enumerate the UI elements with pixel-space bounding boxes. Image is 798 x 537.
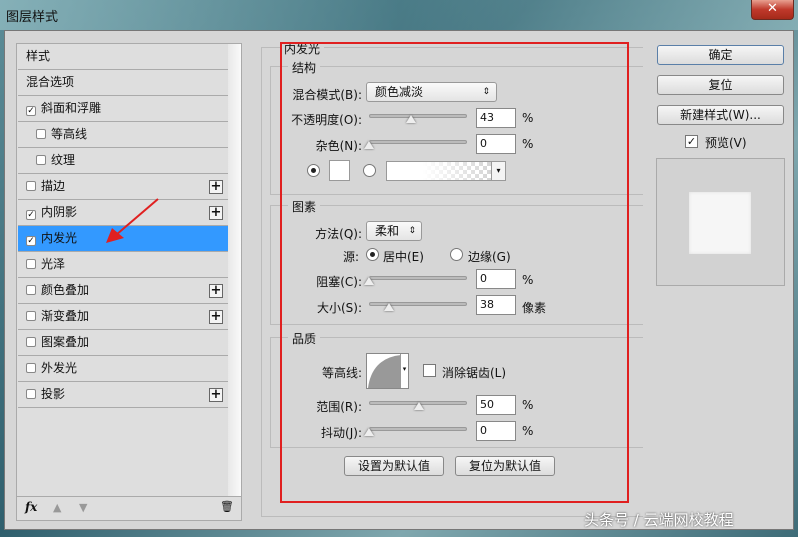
sidebar-item[interactable]: 外发光 <box>18 356 228 382</box>
checkbox[interactable] <box>26 389 36 399</box>
add-icon[interactable]: + <box>209 310 223 324</box>
sidebar-item[interactable]: 投影 + <box>18 382 228 408</box>
sidebar-item[interactable]: 纹理 <box>18 148 228 174</box>
sidebar-item-label: 光泽 <box>41 257 66 271</box>
move-down-icon[interactable]: ▼ <box>79 501 87 514</box>
annotation-rectangle <box>280 42 629 503</box>
checkbox[interactable]: ✓ <box>26 210 36 220</box>
preview-thumbnail <box>689 192 751 254</box>
sidebar-item[interactable]: 图案叠加 <box>18 330 228 356</box>
checkbox[interactable] <box>26 363 36 373</box>
preview-checkbox[interactable]: ✓ <box>685 135 698 148</box>
ok-button[interactable]: 确定 <box>657 45 784 65</box>
sidebar-item[interactable]: 光泽 <box>18 252 228 278</box>
sidebar-item[interactable]: 等高线 <box>18 122 228 148</box>
sidebar-item-label: 内发光 <box>41 231 78 245</box>
list-footer: fx ▲ ▼ 🗑 <box>17 496 241 520</box>
sidebar-item[interactable]: 样式 <box>18 44 228 70</box>
checkbox[interactable] <box>26 181 36 191</box>
sidebar-item-label: 内阴影 <box>41 205 78 219</box>
add-icon[interactable]: + <box>209 206 223 220</box>
fx-icon[interactable]: fx <box>25 500 37 514</box>
window-title: 图层样式 <box>6 10 59 25</box>
sidebar-item-label: 斜面和浮雕 <box>41 101 102 115</box>
scrollbar[interactable] <box>228 44 241 496</box>
preview-area <box>656 158 785 286</box>
annotation-arrow <box>106 198 159 243</box>
add-icon[interactable]: + <box>209 388 223 402</box>
checkbox[interactable] <box>26 311 36 321</box>
add-icon[interactable]: + <box>209 180 223 194</box>
checkbox[interactable] <box>26 285 36 295</box>
checkbox[interactable] <box>26 259 36 269</box>
checkbox[interactable]: ✓ <box>26 236 36 246</box>
new-style-button[interactable]: 新建样式(W)... <box>657 105 784 125</box>
sidebar-item-label: 投影 <box>41 387 66 401</box>
watermark: 头条号 / 云端网校教程 <box>584 511 734 529</box>
checkbox[interactable] <box>36 129 46 139</box>
move-up-icon[interactable]: ▲ <box>53 501 61 514</box>
sidebar-item-label: 颜色叠加 <box>41 283 90 297</box>
close-button[interactable]: ✕ <box>751 0 794 20</box>
sidebar-item[interactable]: 颜色叠加 + <box>18 278 228 304</box>
sidebar-item-label: 等高线 <box>51 127 88 141</box>
checkbox[interactable] <box>36 155 46 165</box>
sidebar-item[interactable]: ✓ 斜面和浮雕 <box>18 96 228 122</box>
style-list: 样式 混合选项 ✓ 斜面和浮雕 等高线 纹理 描边 + ✓ 内阴影 + ✓ 内发光 光泽 颜色叠加 + 渐变叠加… <box>16 43 242 521</box>
title-bar[interactable] <box>0 0 798 30</box>
sidebar-item-label: 描边 <box>41 179 66 193</box>
sidebar-item-label: 渐变叠加 <box>41 309 90 323</box>
sidebar-item-label: 样式 <box>26 49 51 63</box>
add-icon[interactable]: + <box>209 284 223 298</box>
sidebar-item[interactable]: 渐变叠加 + <box>18 304 228 330</box>
sidebar-item-label: 外发光 <box>41 361 78 375</box>
checkbox[interactable] <box>26 337 36 347</box>
sidebar-item[interactable]: 混合选项 <box>18 70 228 96</box>
trash-icon[interactable]: 🗑 <box>220 500 234 513</box>
sidebar-item-label: 纹理 <box>51 153 76 167</box>
sidebar-item-label: 图案叠加 <box>41 335 90 349</box>
reset-button[interactable]: 复位 <box>657 75 784 95</box>
checkbox[interactable]: ✓ <box>26 106 36 116</box>
preview-label[interactable]: 预览(V) <box>705 134 747 151</box>
sidebar-item-label: 混合选项 <box>26 75 75 89</box>
